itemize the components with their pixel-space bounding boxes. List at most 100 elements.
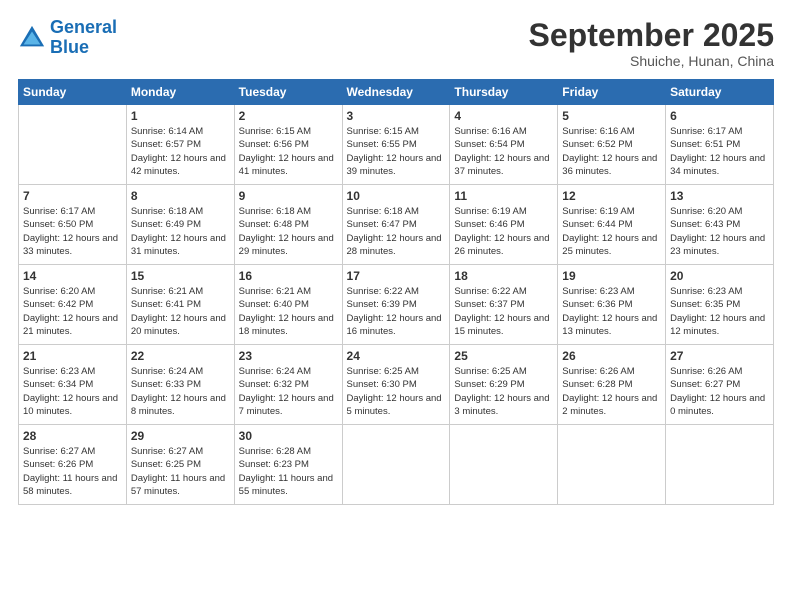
day-cell: 26 Sunrise: 6:26 AMSunset: 6:28 PMDayligh… [558, 345, 666, 425]
day-detail: Sunrise: 6:22 AMSunset: 6:37 PMDaylight:… [454, 285, 553, 338]
day-cell: 9 Sunrise: 6:18 AMSunset: 6:48 PMDaylight… [234, 185, 342, 265]
day-cell: 22 Sunrise: 6:24 AMSunset: 6:33 PMDayligh… [126, 345, 234, 425]
logo-line2: Blue [50, 37, 89, 57]
day-number: 17 [347, 269, 446, 283]
day-number: 27 [670, 349, 769, 363]
day-cell: 23 Sunrise: 6:24 AMSunset: 6:32 PMDayligh… [234, 345, 342, 425]
month-title: September 2025 [529, 18, 774, 53]
day-detail: Sunrise: 6:17 AMSunset: 6:50 PMDaylight:… [23, 205, 122, 258]
day-cell [342, 425, 450, 505]
day-detail: Sunrise: 6:19 AMSunset: 6:46 PMDaylight:… [454, 205, 553, 258]
day-cell [558, 425, 666, 505]
day-detail: Sunrise: 6:20 AMSunset: 6:43 PMDaylight:… [670, 205, 769, 258]
week-row-5: 28Sunrise: 6:27 AMSunset: 6:26 PMDayligh… [19, 425, 774, 505]
day-number: 20 [670, 269, 769, 283]
day-number: 24 [347, 349, 446, 363]
day-number: 21 [23, 349, 122, 363]
col-header-friday: Friday [558, 80, 666, 105]
title-section: September 2025 Shuiche, Hunan, China [529, 18, 774, 69]
day-number: 28 [23, 429, 122, 443]
logo-icon [18, 24, 46, 52]
day-detail: Sunrise: 6:21 AMSunset: 6:40 PMDaylight:… [239, 285, 338, 338]
day-detail: Sunrise: 6:25 AMSunset: 6:30 PMDaylight:… [347, 365, 446, 418]
day-detail: Sunrise: 6:20 AMSunset: 6:42 PMDaylight:… [23, 285, 122, 338]
day-cell [19, 105, 127, 185]
day-detail: Sunrise: 6:15 AMSunset: 6:55 PMDaylight:… [347, 125, 446, 178]
day-detail: Sunrise: 6:16 AMSunset: 6:52 PMDaylight:… [562, 125, 661, 178]
day-number: 14 [23, 269, 122, 283]
day-number: 4 [454, 109, 553, 123]
day-detail: Sunrise: 6:23 AMSunset: 6:34 PMDaylight:… [23, 365, 122, 418]
day-number: 12 [562, 189, 661, 203]
day-number: 30 [239, 429, 338, 443]
week-row-4: 21 Sunrise: 6:23 AMSunset: 6:34 PMDayligh… [19, 345, 774, 425]
day-detail: Sunrise: 6:24 AMSunset: 6:32 PMDaylight:… [239, 365, 338, 418]
day-number: 18 [454, 269, 553, 283]
day-cell: 24 Sunrise: 6:25 AMSunset: 6:30 PMDayligh… [342, 345, 450, 425]
week-row-3: 14 Sunrise: 6:20 AMSunset: 6:42 PMDayligh… [19, 265, 774, 345]
week-row-2: 7Sunrise: 6:17 AMSunset: 6:50 PMDaylight… [19, 185, 774, 265]
day-cell: 25Sunrise: 6:25 AMSunset: 6:29 PMDayligh… [450, 345, 558, 425]
day-cell: 2 Sunrise: 6:15 AMSunset: 6:56 PMDaylight… [234, 105, 342, 185]
day-cell: 17 Sunrise: 6:22 AMSunset: 6:39 PMDayligh… [342, 265, 450, 345]
day-detail: Sunrise: 6:23 AMSunset: 6:35 PMDaylight:… [670, 285, 769, 338]
location: Shuiche, Hunan, China [529, 53, 774, 69]
header: General Blue September 2025 Shuiche, Hun… [18, 18, 774, 69]
day-cell: 28Sunrise: 6:27 AMSunset: 6:26 PMDayligh… [19, 425, 127, 505]
day-cell: 7Sunrise: 6:17 AMSunset: 6:50 PMDaylight… [19, 185, 127, 265]
day-cell: 29Sunrise: 6:27 AMSunset: 6:25 PMDayligh… [126, 425, 234, 505]
day-detail: Sunrise: 6:27 AMSunset: 6:25 PMDaylight:… [131, 445, 230, 498]
day-detail: Sunrise: 6:18 AMSunset: 6:49 PMDaylight:… [131, 205, 230, 258]
day-cell: 27 Sunrise: 6:26 AMSunset: 6:27 PMDayligh… [666, 345, 774, 425]
col-header-thursday: Thursday [450, 80, 558, 105]
day-cell: 16 Sunrise: 6:21 AMSunset: 6:40 PMDayligh… [234, 265, 342, 345]
col-header-sunday: Sunday [19, 80, 127, 105]
day-number: 11 [454, 189, 553, 203]
day-number: 1 [131, 109, 230, 123]
day-number: 8 [131, 189, 230, 203]
day-cell [666, 425, 774, 505]
day-detail: Sunrise: 6:23 AMSunset: 6:36 PMDaylight:… [562, 285, 661, 338]
col-header-wednesday: Wednesday [342, 80, 450, 105]
day-number: 6 [670, 109, 769, 123]
logo-line1: General [50, 17, 117, 37]
day-number: 26 [562, 349, 661, 363]
day-number: 16 [239, 269, 338, 283]
col-header-saturday: Saturday [666, 80, 774, 105]
day-number: 13 [670, 189, 769, 203]
day-cell: 1 Sunrise: 6:14 AMSunset: 6:57 PMDaylight… [126, 105, 234, 185]
day-cell: 5 Sunrise: 6:16 AMSunset: 6:52 PMDaylight… [558, 105, 666, 185]
day-detail: Sunrise: 6:18 AMSunset: 6:48 PMDaylight:… [239, 205, 338, 258]
day-cell: 18 Sunrise: 6:22 AMSunset: 6:37 PMDayligh… [450, 265, 558, 345]
day-cell: 20 Sunrise: 6:23 AMSunset: 6:35 PMDayligh… [666, 265, 774, 345]
day-cell: 6Sunrise: 6:17 AMSunset: 6:51 PMDaylight… [666, 105, 774, 185]
day-detail: Sunrise: 6:28 AMSunset: 6:23 PMDaylight:… [239, 445, 338, 498]
day-detail: Sunrise: 6:16 AMSunset: 6:54 PMDaylight:… [454, 125, 553, 178]
day-number: 2 [239, 109, 338, 123]
day-cell: 13 Sunrise: 6:20 AMSunset: 6:43 PMDayligh… [666, 185, 774, 265]
day-detail: Sunrise: 6:15 AMSunset: 6:56 PMDaylight:… [239, 125, 338, 178]
day-number: 23 [239, 349, 338, 363]
day-detail: Sunrise: 6:21 AMSunset: 6:41 PMDaylight:… [131, 285, 230, 338]
day-number: 5 [562, 109, 661, 123]
day-detail: Sunrise: 6:24 AMSunset: 6:33 PMDaylight:… [131, 365, 230, 418]
logo-text: General Blue [50, 18, 117, 58]
col-header-monday: Monday [126, 80, 234, 105]
day-cell: 11 Sunrise: 6:19 AMSunset: 6:46 PMDayligh… [450, 185, 558, 265]
day-number: 22 [131, 349, 230, 363]
day-detail: Sunrise: 6:18 AMSunset: 6:47 PMDaylight:… [347, 205, 446, 258]
col-header-tuesday: Tuesday [234, 80, 342, 105]
day-cell: 3Sunrise: 6:15 AMSunset: 6:55 PMDaylight… [342, 105, 450, 185]
day-number: 19 [562, 269, 661, 283]
day-detail: Sunrise: 6:22 AMSunset: 6:39 PMDaylight:… [347, 285, 446, 338]
day-number: 9 [239, 189, 338, 203]
day-cell: 30 Sunrise: 6:28 AMSunset: 6:23 PMDayligh… [234, 425, 342, 505]
day-cell: 8 Sunrise: 6:18 AMSunset: 6:49 PMDaylight… [126, 185, 234, 265]
day-detail: Sunrise: 6:14 AMSunset: 6:57 PMDaylight:… [131, 125, 230, 178]
day-cell: 19 Sunrise: 6:23 AMSunset: 6:36 PMDayligh… [558, 265, 666, 345]
day-detail: Sunrise: 6:26 AMSunset: 6:28 PMDaylight:… [562, 365, 661, 418]
day-number: 15 [131, 269, 230, 283]
day-detail: Sunrise: 6:19 AMSunset: 6:44 PMDaylight:… [562, 205, 661, 258]
day-detail: Sunrise: 6:26 AMSunset: 6:27 PMDaylight:… [670, 365, 769, 418]
calendar-table: SundayMondayTuesdayWednesdayThursdayFrid… [18, 79, 774, 505]
